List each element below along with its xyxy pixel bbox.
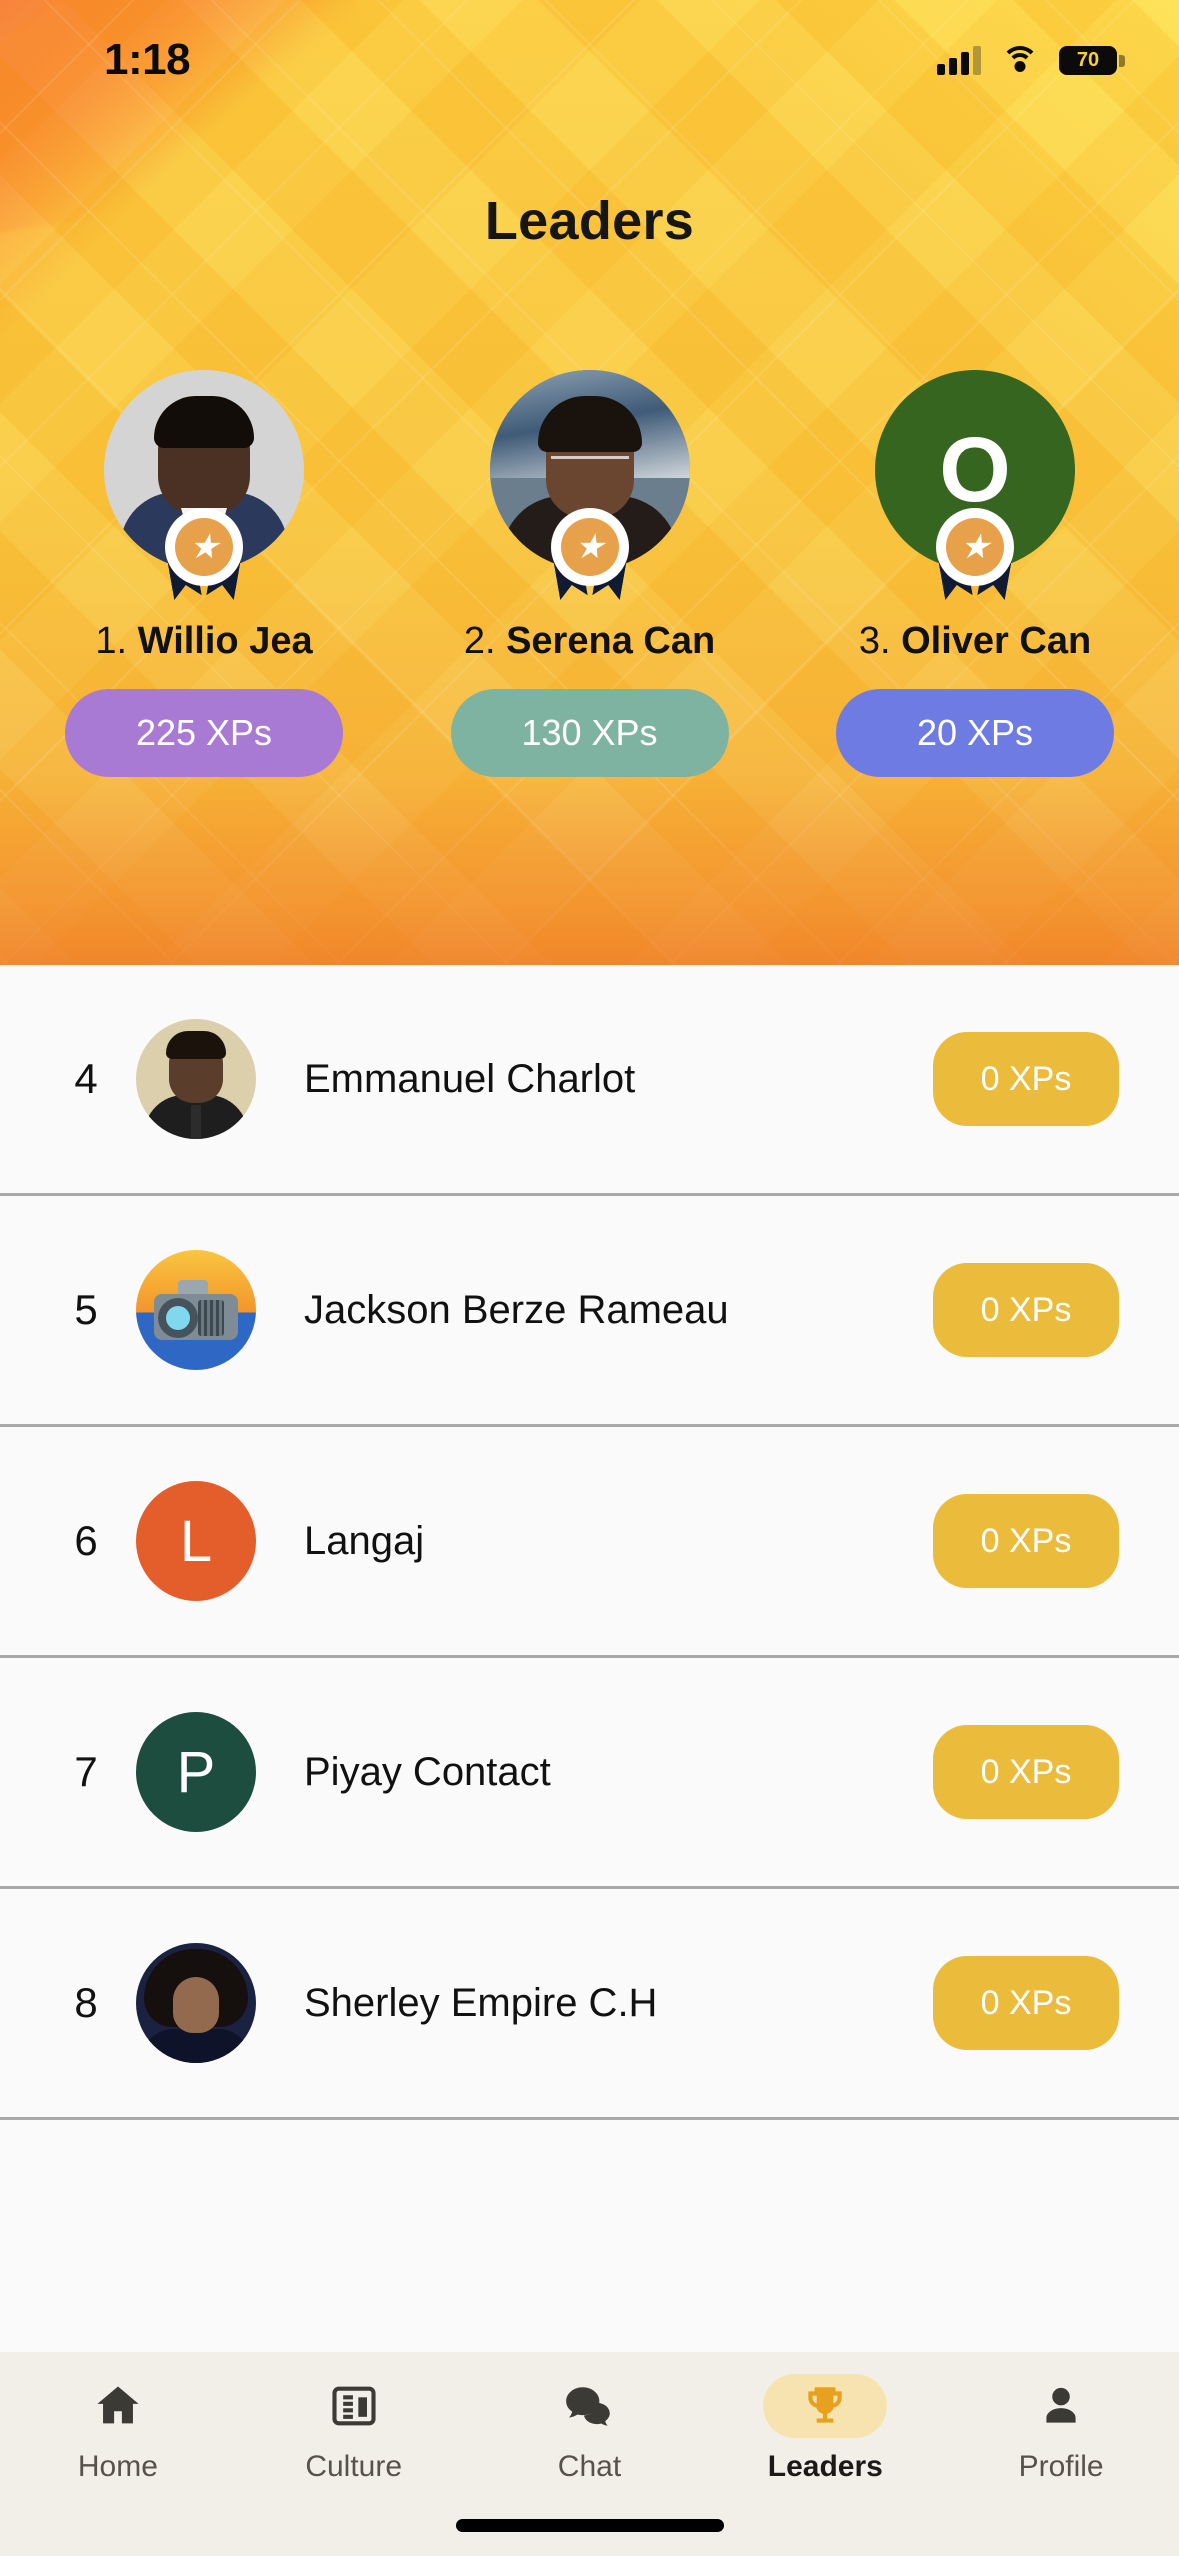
news-icon <box>292 2374 416 2438</box>
row-rank: 7 <box>74 1748 98 1795</box>
star-medal-icon: ★ <box>931 508 1019 596</box>
table-row[interactable]: 8 Sherley Empire C.H 0 XPs <box>0 1889 1179 2120</box>
leaders-hero-banner: 1:18 70 Leaders ★ 1. Willio Jea 225 XPs … <box>0 0 1179 965</box>
star-medal-icon: ★ <box>546 508 634 596</box>
podium-avatar-wrap-2: ★ <box>489 370 690 570</box>
row-username: Piyay Contact <box>304 1749 551 1794</box>
row-username: Sherley Empire C.H <box>304 1980 658 2025</box>
battery-icon: 70 <box>1059 45 1125 75</box>
podium-username-2: Serena Can <box>506 620 716 662</box>
row-username: Jackson Berze Rameau <box>304 1287 729 1332</box>
podium-name-2: 2. Serena Can <box>464 620 715 663</box>
podium-item-2[interactable]: ★ 2. Serena Can 130 XPs <box>430 370 750 777</box>
podium-top-three: ★ 1. Willio Jea 225 XPs ★ 2. Serena Can … <box>0 370 1179 777</box>
avatar: L <box>136 1481 256 1601</box>
row-rank: 8 <box>74 1979 98 2026</box>
status-bar-indicators: 70 <box>937 45 1125 75</box>
row-rank: 4 <box>74 1055 98 1102</box>
table-row[interactable]: 7 P Piyay Contact 0 XPs <box>0 1658 1179 1889</box>
tab-leaders[interactable]: Leaders <box>707 2374 943 2484</box>
tab-culture[interactable]: Culture <box>236 2374 472 2484</box>
status-bar-time: 1:18 <box>104 35 191 84</box>
hero-bottom-fade <box>0 775 1179 965</box>
battery-percent-label: 70 <box>1076 48 1100 71</box>
home-icon <box>56 2374 180 2438</box>
chat-icon <box>527 2374 651 2438</box>
leaderboard-list[interactable]: 4 Emmanuel Charlot 0 XPs 5 Jackson Berze… <box>0 965 1179 2352</box>
row-username: Langaj <box>304 1518 425 1563</box>
row-xp-badge: 0 XPs <box>933 1032 1119 1126</box>
person-icon <box>999 2374 1123 2438</box>
table-row[interactable]: 5 Jackson Berze Rameau 0 XPs <box>0 1196 1179 1427</box>
tab-label: Home <box>77 2450 158 2483</box>
star-medal-icon: ★ <box>160 508 248 596</box>
tab-home[interactable]: Home <box>0 2374 236 2484</box>
podium-xp-badge-3: 20 XPs <box>836 689 1114 777</box>
table-row[interactable]: 4 Emmanuel Charlot 0 XPs <box>0 965 1179 1196</box>
avatar <box>136 1019 256 1139</box>
home-indicator <box>455 2519 724 2532</box>
podium-item-3[interactable]: O ★ 3. Oliver Can 20 XPs <box>815 370 1135 777</box>
podium-xp-badge-1: 225 XPs <box>65 689 343 777</box>
tab-label: Chat <box>557 2450 622 2483</box>
row-rank: 6 <box>74 1517 98 1564</box>
cellular-signal-icon <box>937 45 981 75</box>
podium-rank-1: 1. <box>95 620 128 662</box>
row-username: Emmanuel Charlot <box>304 1056 636 1101</box>
tab-label: Culture <box>305 2450 403 2483</box>
podium-name-1: 1. Willio Jea <box>95 620 312 663</box>
row-xp-badge: 0 XPs <box>933 1725 1119 1819</box>
podium-rank-2: 2. <box>463 620 496 662</box>
podium-username-1: Willio Jea <box>137 620 313 662</box>
row-rank: 5 <box>74 1286 98 1333</box>
row-xp-badge: 0 XPs <box>933 1263 1119 1357</box>
wifi-icon <box>1001 45 1039 75</box>
tab-chat[interactable]: Chat <box>472 2374 708 2484</box>
tab-profile[interactable]: Profile <box>943 2374 1179 2484</box>
podium-avatar-wrap-3: O ★ <box>875 370 1075 570</box>
podium-avatar-wrap-1: ★ <box>104 370 304 570</box>
podium-rank-3: 3. <box>858 620 891 662</box>
podium-username-3: Oliver Can <box>901 620 1092 662</box>
tab-label: Profile <box>1018 2450 1104 2483</box>
podium-name-3: 3. Oliver Can <box>859 620 1091 663</box>
avatar <box>136 1943 256 2063</box>
table-row[interactable]: 6 L Langaj 0 XPs <box>0 1427 1179 1658</box>
row-xp-badge: 0 XPs <box>933 1494 1119 1588</box>
page-title: Leaders <box>484 191 695 251</box>
tab-label: Leaders <box>767 2450 883 2483</box>
podium-item-1[interactable]: ★ 1. Willio Jea 225 XPs <box>44 370 364 777</box>
row-xp-badge: 0 XPs <box>933 1956 1119 2050</box>
avatar <box>136 1250 256 1370</box>
avatar: P <box>136 1712 256 1832</box>
podium-xp-badge-2: 130 XPs <box>450 689 729 777</box>
status-bar: 1:18 70 <box>0 0 1179 120</box>
trophy-icon <box>763 2374 888 2438</box>
